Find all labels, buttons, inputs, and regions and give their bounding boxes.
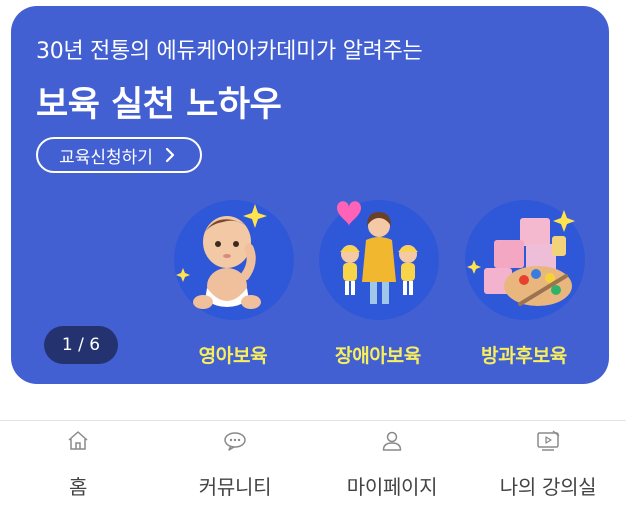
bottom-navigation: 홈 커뮤니티 마이페이지 나의 강의실 [0, 420, 626, 517]
chevron-right-icon [165, 147, 175, 163]
category-label: 영아보육 [198, 345, 268, 367]
home-icon [68, 431, 88, 450]
apply-education-label: 교육신청하기 [59, 147, 153, 168]
nav-item-my-classroom[interactable]: 나의 강의실 [470, 421, 626, 517]
baby-icon [176, 204, 267, 309]
nav-item-community[interactable]: 커뮤니티 [157, 421, 313, 517]
nav-label-community: 커뮤니티 [198, 475, 272, 499]
video-lecture-icon [537, 430, 560, 451]
nav-item-home[interactable]: 홈 [0, 421, 156, 517]
category-after-school-care[interactable]: 방과후보육 [454, 196, 594, 367]
nav-label-mypage: 마이페이지 [346, 475, 438, 499]
category-infant-care[interactable]: 영아보육 [163, 196, 303, 367]
blocks-palette-icon [467, 210, 575, 306]
user-icon [382, 431, 402, 451]
banner-subtitle: 30년 전통의 에듀케어아카데미가 알려주는 [36, 39, 423, 64]
apply-education-button[interactable]: 교육신청하기 [36, 137, 202, 173]
slide-pager: 1 / 6 [44, 326, 118, 364]
nav-label-home: 홈 [68, 475, 88, 499]
category-label: 장애아보육 [335, 345, 421, 367]
category-special-needs-care[interactable]: 장애아보육 [308, 196, 448, 367]
nav-item-mypage[interactable]: 마이페이지 [314, 421, 470, 517]
promo-banner[interactable]: 30년 전통의 에듀케어아카데미가 알려주는 보육 실천 노하우 교육신청하기 [11, 6, 609, 384]
family-icon [337, 201, 418, 304]
category-label: 방과후보육 [481, 345, 567, 367]
nav-label-my-classroom: 나의 강의실 [499, 475, 597, 499]
chat-icon [224, 432, 246, 451]
banner-title: 보육 실천 노하우 [36, 85, 282, 125]
